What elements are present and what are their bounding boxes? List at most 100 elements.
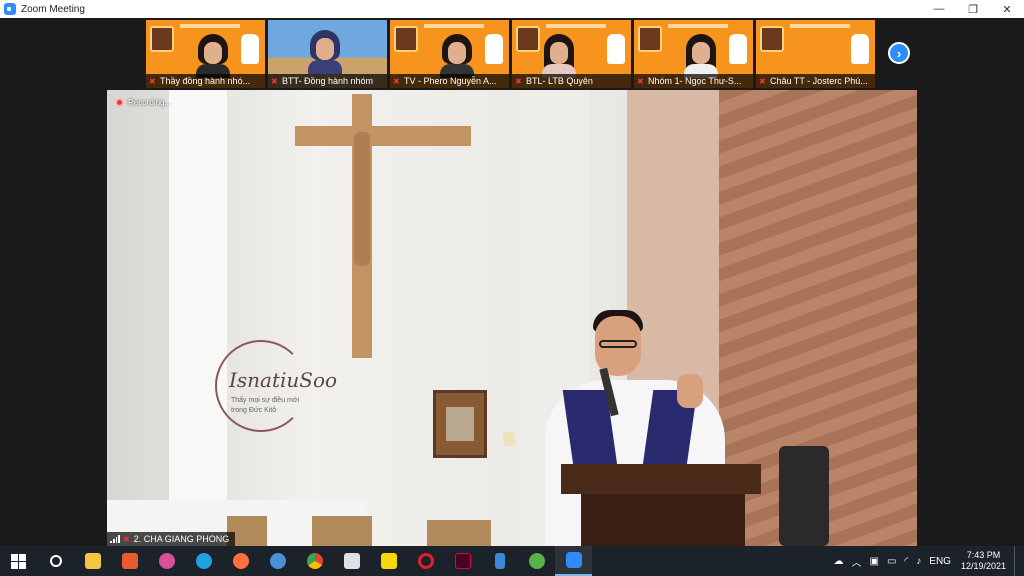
taskbar-zoom[interactable] [555, 546, 592, 576]
muted-mic-icon: ✖ [759, 76, 766, 86]
speaker-hand [677, 374, 703, 408]
poster-logo [760, 26, 784, 52]
window-title: Zoom Meeting [21, 3, 85, 15]
participant-tile[interactable]: ✖ Thầy đồng hành nhó... [146, 20, 265, 88]
restore-button[interactable]: ❐ [956, 0, 990, 18]
poster-logo [638, 26, 662, 52]
minimize-button[interactable]: — [922, 0, 956, 18]
taskbar-app-grid[interactable] [333, 546, 370, 576]
tower-fan [779, 446, 829, 546]
recording-label: Recording... [128, 98, 172, 107]
meet-now-icon[interactable]: ▣ [870, 556, 879, 567]
windows-logo-icon [11, 553, 26, 569]
taskbar-clock[interactable]: 7:43 PM 12/19/2021 [961, 550, 1006, 572]
chrome-browser-icon [306, 553, 323, 569]
recording-indicator[interactable]: Recording... [115, 98, 171, 107]
wall-logo-sub-line: Thấy mọi sự điều mới [231, 397, 300, 404]
taskbar-chromium[interactable] [259, 546, 296, 576]
participant-namebar: ✖ TV - Phero Nguyễn A... [390, 74, 509, 88]
taskbar-opera[interactable] [407, 546, 444, 576]
participant-video [440, 34, 474, 78]
active-speaker-video: IsnatiuSoo Thấy mọi sự điều mới trong Đứ… [107, 90, 917, 546]
weather-icon[interactable]: ☁ [834, 556, 844, 567]
chromium-browser-icon [269, 553, 286, 569]
paint-palette-icon [158, 553, 175, 569]
taskbar-file-explorer[interactable] [74, 546, 111, 576]
system-tray: ☁ ︿ ▣ ▭ ◜ ♪ ENG 7:43 PM 12/19/2021 [830, 546, 1024, 576]
participant-tile[interactable]: ✖ TV - Phero Nguyễn A... [390, 20, 509, 88]
participant-name: Châu TT - Josterc Phú... [770, 76, 868, 86]
chair [312, 516, 372, 546]
start-button[interactable] [0, 546, 37, 576]
app-grid-icon [343, 553, 360, 569]
hand-graphic [851, 34, 869, 64]
hand-graphic [607, 34, 625, 64]
search-icon [49, 555, 62, 567]
crucifix-figure [354, 132, 370, 266]
taskbar-firefox[interactable] [222, 546, 259, 576]
poster-banner [668, 24, 728, 28]
opera-browser-icon [417, 553, 434, 569]
bluetooth-app-icon [494, 553, 505, 569]
taskbar-media-player[interactable] [111, 546, 148, 576]
wall-logo-sub-line: trong Đức Kitô [231, 407, 277, 414]
lectern [581, 494, 745, 546]
taskbar-bluetooth-app[interactable] [481, 546, 518, 576]
participant-tile[interactable]: ✖ Châu TT - Josterc Phú... [756, 20, 875, 88]
window-controls: — ❐ ✕ [922, 0, 1024, 18]
title-bar: Zoom Meeting — ❐ ✕ [0, 0, 1024, 18]
taskbar-globe-app[interactable] [518, 546, 555, 576]
muted-mic-icon: ✖ [149, 76, 156, 86]
chevron-up-icon[interactable]: ︿ [852, 554, 862, 569]
participant-tile[interactable]: ✖ BTL- LTB Quyên [512, 20, 631, 88]
battery-icon[interactable]: ▭ [887, 556, 896, 567]
participant-namebar: ✖ BTL- LTB Quyên [512, 74, 631, 88]
poster-banner [424, 24, 484, 28]
taskbar-indesign[interactable] [444, 546, 481, 576]
participant-namebar: ✖ Nhóm 1- Ngọc Thư-S... [634, 74, 753, 88]
signal-strength-icon [110, 535, 120, 543]
participant-tile[interactable]: ✖ Nhóm 1- Ngọc Thư-S... [634, 20, 753, 88]
speaker-namebar: ✖ 2. CHA GIANG PHONG [107, 532, 236, 546]
participant-namebar: ✖ BTT- Đồng hành nhóm [268, 74, 387, 88]
speaker-glasses [599, 340, 637, 348]
search-button[interactable] [37, 546, 74, 576]
close-button[interactable]: ✕ [990, 0, 1024, 18]
clock-time: 7:43 PM [966, 550, 1001, 560]
wall-lamp [503, 432, 515, 446]
participant-video [684, 34, 718, 78]
clock-date: 12/19/2021 [960, 561, 1006, 571]
participant-name: Thầy đồng hành nhó... [160, 76, 251, 86]
next-participants-button[interactable]: › [888, 42, 910, 64]
globe-icon [528, 553, 545, 569]
wall-logo-subtitle: Thấy mọi sự điều mới trong Đức Kitô [231, 396, 299, 416]
participant-tile[interactable]: ✖ BTT- Đồng hành nhóm [268, 20, 387, 88]
wifi-icon[interactable]: ◜ [904, 556, 908, 567]
firefox-browser-icon [232, 553, 249, 569]
poster-banner [790, 24, 850, 28]
wall-logo-text: IsnatiuSoo [229, 368, 338, 392]
volume-icon[interactable]: ♪ [916, 556, 921, 567]
muted-mic-icon: ✖ [123, 534, 130, 544]
muted-mic-icon: ✖ [515, 76, 522, 86]
language-indicator[interactable]: ENG [929, 556, 951, 567]
participant-name: BTL- LTB Quyên [526, 76, 593, 86]
show-desktop-button[interactable] [1014, 546, 1024, 576]
participant-video [308, 30, 342, 74]
muted-mic-icon: ✖ [637, 76, 644, 86]
folder-icon [84, 553, 101, 569]
taskbar-paint[interactable] [148, 546, 185, 576]
recording-dot-icon [115, 98, 124, 107]
taskbar-chrome[interactable] [296, 546, 333, 576]
crucifix-beam [295, 126, 471, 146]
edge-browser-icon [195, 553, 212, 569]
wall-pillar [169, 90, 227, 546]
hand-graphic [241, 34, 259, 64]
taskbar-sticky-notes[interactable] [370, 546, 407, 576]
meeting-stage: ✖ Thầy đồng hành nhó... ✖ BTT- Đồng hành… [0, 18, 1024, 546]
windows-taskbar: ☁ ︿ ▣ ▭ ◜ ♪ ENG 7:43 PM 12/19/2021 [0, 546, 1024, 576]
sticky-notes-icon [380, 553, 397, 569]
taskbar-edge[interactable] [185, 546, 222, 576]
hand-graphic [729, 34, 747, 64]
chair [427, 520, 491, 546]
